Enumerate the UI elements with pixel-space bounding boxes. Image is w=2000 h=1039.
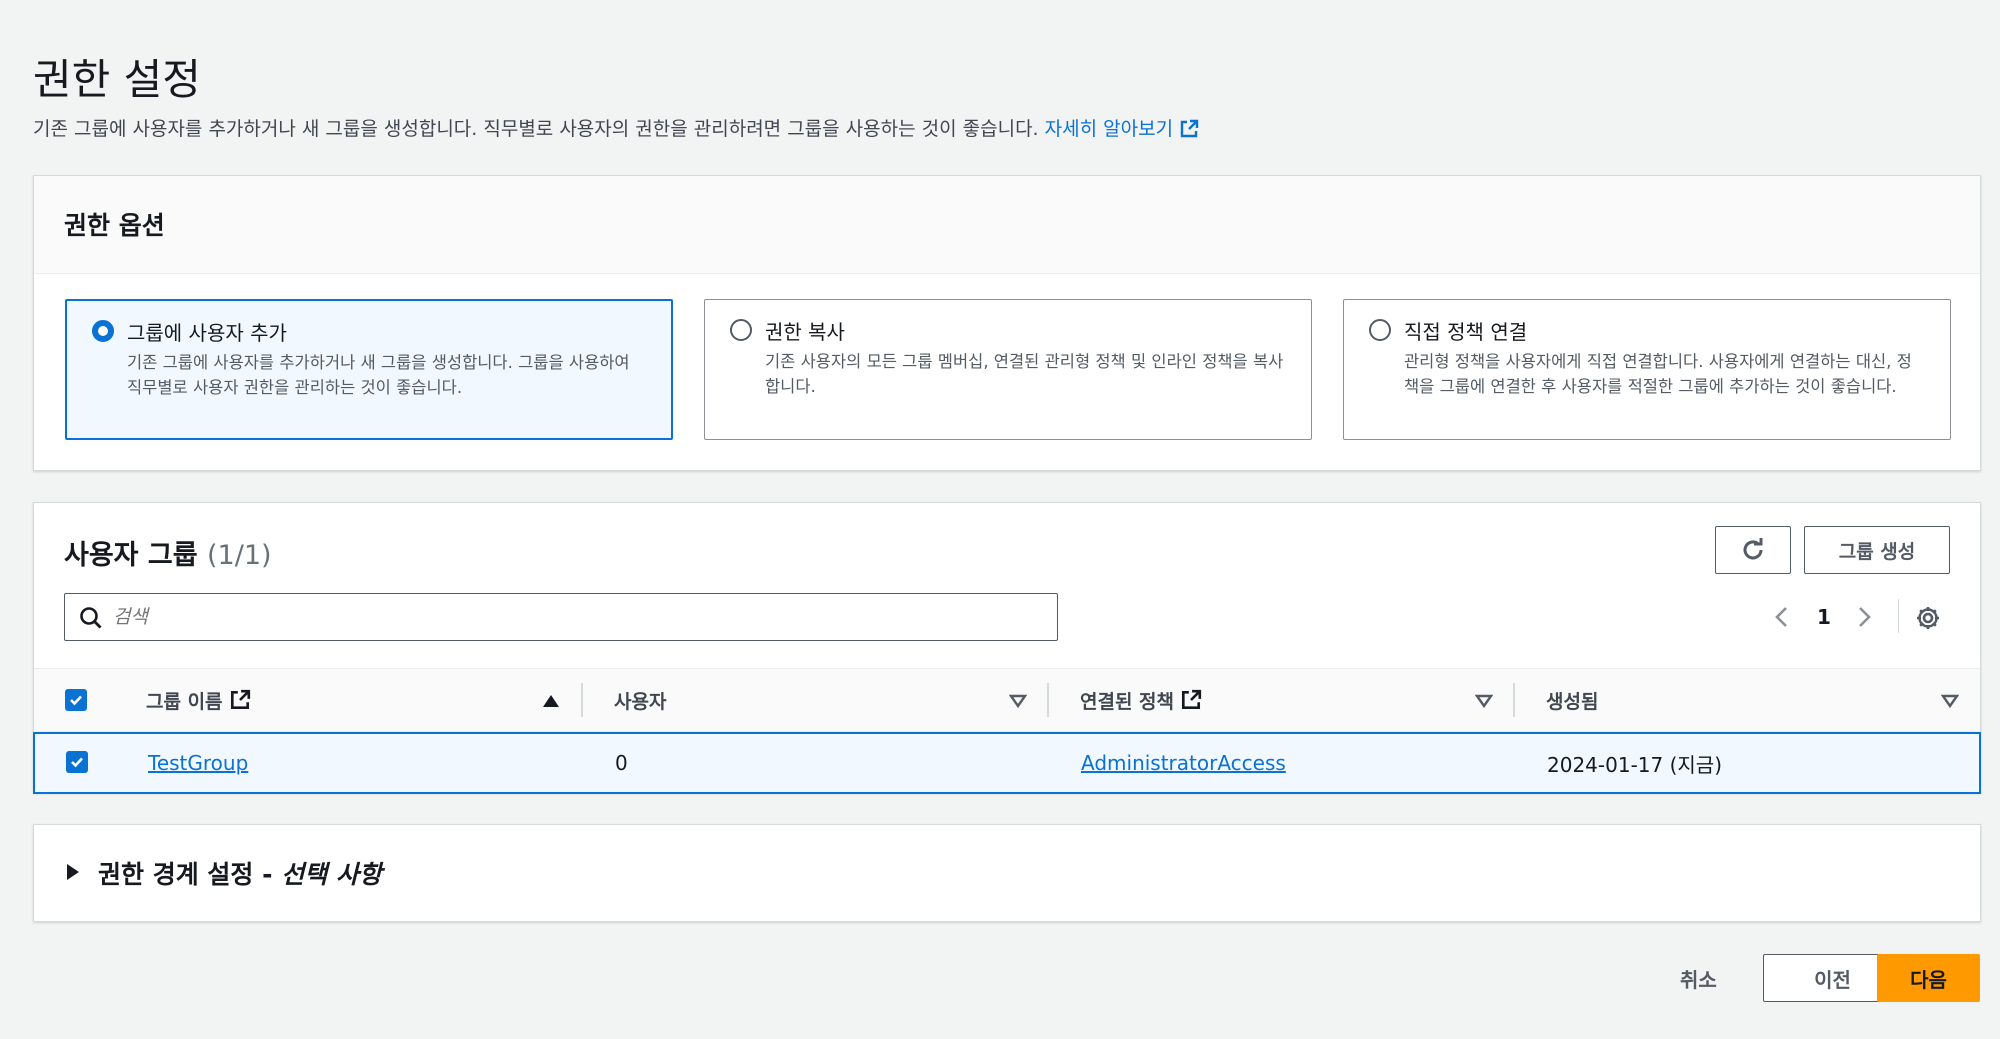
column-label: 그룹 이름 xyxy=(146,690,223,713)
created-date: 2024-01-17 (지금) xyxy=(1547,752,1722,777)
column-resizer[interactable] xyxy=(1513,683,1515,717)
pager-divider xyxy=(1898,599,1899,633)
learn-more-label: 자세히 알아보기 xyxy=(1044,118,1174,140)
option-copy-permissions[interactable]: 권한 복사 기존 사용자의 모든 그룹 멤버십, 연결된 관리형 정책 및 인라… xyxy=(704,299,1312,440)
permission-boundary-title[interactable]: 권한 경계 설정 - 선택 사항 xyxy=(98,855,382,891)
radio-icon[interactable] xyxy=(730,319,752,341)
column-users[interactable]: 사용자 xyxy=(614,669,666,731)
table-header: 그룹 이름 사용자 연결된 정책 생성됨 xyxy=(34,668,1980,732)
table-settings-button[interactable] xyxy=(1914,604,1942,636)
next-button[interactable]: 다음 xyxy=(1877,954,1980,1002)
refresh-button[interactable] xyxy=(1715,526,1791,574)
option-description: 관리형 정책을 사용자에게 직접 연결합니다. 사용자에게 연결하는 대신, 정… xyxy=(1404,352,1912,396)
option-description: 기존 그룹에 사용자를 추가하거나 새 그룹을 생성합니다. 그룹을 사용하여 … xyxy=(127,353,630,397)
user-groups-panel: 사용자 그룹 (1/1) 그룹 생성 1 그룹 이름 xyxy=(33,502,1981,794)
create-group-button[interactable]: 그룹 생성 xyxy=(1804,526,1950,574)
option-add-to-group[interactable]: 그룹에 사용자 추가 기존 그룹에 사용자를 추가하거나 새 그룹을 생성합니다… xyxy=(65,299,673,440)
option-attach-policies[interactable]: 직접 정책 연결 관리형 정책을 사용자에게 직접 연결합니다. 사용자에게 연… xyxy=(1343,299,1951,440)
user-groups-title: 사용자 그룹 (1/1) xyxy=(64,533,272,572)
external-link-icon xyxy=(1181,689,1202,710)
permission-options-panel: 권한 옵션 그룹에 사용자 추가 기존 그룹에 사용자를 추가하거나 새 그룹을… xyxy=(33,175,1981,471)
cancel-button[interactable]: 취소 xyxy=(1680,964,1717,993)
option-title: 직접 정책 연결 xyxy=(1404,320,1528,344)
column-resizer[interactable] xyxy=(581,683,583,717)
page: 권한 설정 기존 그룹에 사용자를 추가하거나 새 그룹을 생성합니다. 직무별… xyxy=(0,0,2000,1039)
previous-page-button[interactable] xyxy=(1772,605,1792,629)
permission-options-title: 권한 옵션 xyxy=(64,211,165,240)
row-checkbox[interactable] xyxy=(66,751,88,773)
column-group-name[interactable]: 그룹 이름 xyxy=(146,669,251,731)
refresh-icon xyxy=(1743,538,1763,560)
group-name-link[interactable]: TestGroup xyxy=(148,734,248,792)
page-title: 권한 설정 xyxy=(33,55,201,104)
users-count: 0 xyxy=(615,751,628,775)
option-title: 권한 복사 xyxy=(765,320,845,344)
search-icon xyxy=(80,607,102,629)
external-link-icon xyxy=(1180,119,1199,138)
page-number[interactable]: 1 xyxy=(1817,605,1831,629)
caret-right-icon[interactable] xyxy=(67,864,79,880)
radio-icon[interactable] xyxy=(1369,319,1391,341)
checkmark-icon xyxy=(70,695,82,706)
column-attached-policies[interactable]: 연결된 정책 xyxy=(1080,669,1202,731)
chevron-left-icon xyxy=(1775,607,1787,627)
gear-icon xyxy=(1917,607,1939,629)
next-page-button[interactable] xyxy=(1854,605,1874,629)
column-label: 연결된 정책 xyxy=(1080,690,1175,713)
checkmark-icon xyxy=(71,757,83,768)
column-label: 생성됨 xyxy=(1546,690,1599,713)
column-resizer[interactable] xyxy=(1047,683,1049,717)
external-link-icon xyxy=(230,689,250,710)
page-description-text: 기존 그룹에 사용자를 추가하거나 새 그룹을 생성합니다. 직무별로 사용자의… xyxy=(33,118,1039,140)
column-created[interactable]: 생성됨 xyxy=(1546,669,1598,731)
policy-link[interactable]: AdministratorAccess xyxy=(1081,734,1286,792)
boundary-optional-text: 선택 사항 xyxy=(281,860,382,889)
column-label: 사용자 xyxy=(614,690,667,713)
table-row[interactable]: TestGroup 0 AdministratorAccess 2024-01-… xyxy=(33,732,1981,794)
permission-options-header: 권한 옵션 xyxy=(34,176,1980,274)
select-all-checkbox[interactable] xyxy=(65,689,87,711)
sort-icon[interactable] xyxy=(1475,694,1493,708)
radio-selected-icon[interactable] xyxy=(92,320,114,342)
boundary-title-text: 권한 경계 설정 - xyxy=(98,860,282,889)
option-description: 기존 사용자의 모든 그룹 멤버십, 연결된 관리형 정책 및 인라인 정책을 … xyxy=(765,352,1284,396)
user-groups-count: (1/1) xyxy=(207,540,272,571)
search-input[interactable] xyxy=(113,606,1057,628)
option-title: 그룹에 사용자 추가 xyxy=(127,321,287,345)
sort-ascending-icon[interactable] xyxy=(542,694,560,708)
learn-more-link[interactable]: 자세히 알아보기 xyxy=(1045,118,1199,140)
chevron-right-icon xyxy=(1859,607,1871,627)
permission-boundary-panel[interactable]: 권한 경계 설정 - 선택 사항 xyxy=(33,824,1981,922)
page-description: 기존 그룹에 사용자를 추가하거나 새 그룹을 생성합니다. 직무별로 사용자의… xyxy=(33,114,1199,141)
user-groups-title-text: 사용자 그룹 xyxy=(64,540,198,571)
sort-icon[interactable] xyxy=(1009,694,1027,708)
sort-icon[interactable] xyxy=(1941,694,1959,708)
search-field[interactable] xyxy=(64,593,1058,641)
